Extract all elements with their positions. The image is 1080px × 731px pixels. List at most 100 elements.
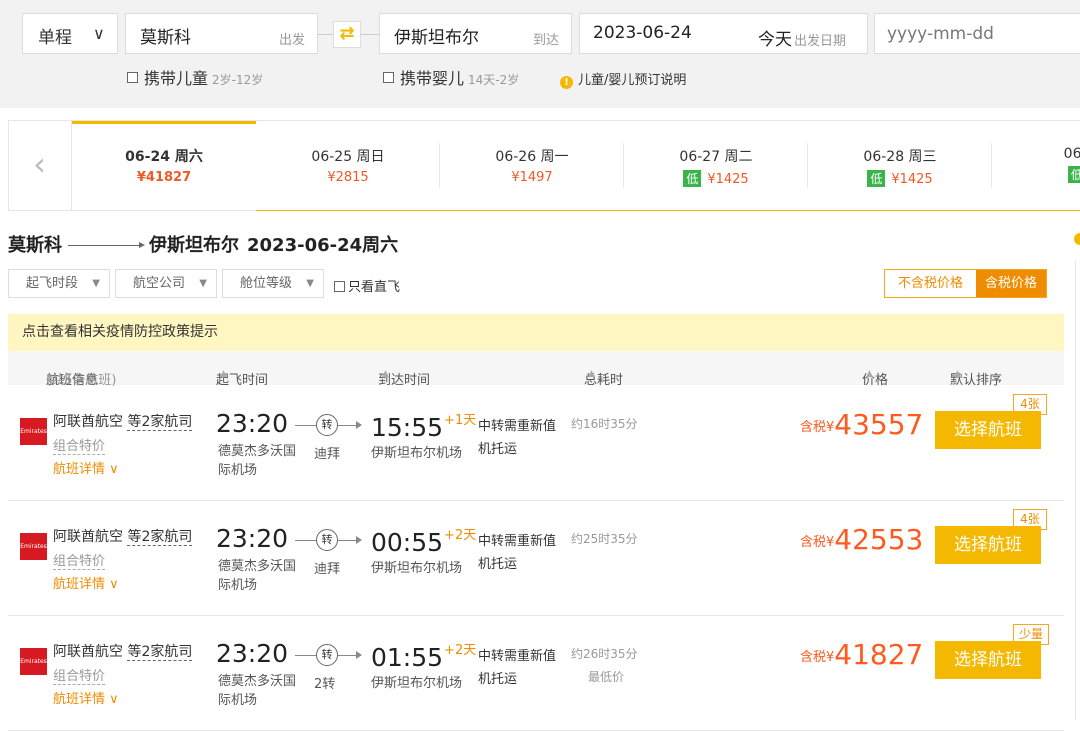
table-header: 航班信息 (共5条航班) 起飞时间 ▲ 到达时间 ▲ 总耗时 ▲ 价格 ▲ 默认排序 ▲ <box>8 351 1064 388</box>
select-flight-button[interactable]: 选择航班 <box>935 526 1041 564</box>
date-tab[interactable]: 06-27 周二低 ¥1425 <box>624 121 808 210</box>
chevron-down-icon: ∨ <box>109 692 119 707</box>
caret-down-icon: ▼ <box>199 278 207 289</box>
transfer-note-2: 机托运 <box>478 442 518 457</box>
route-date: 2023-06-24周六 <box>247 235 399 256</box>
child-checkbox[interactable]: 携带儿童 2岁-12岁 <box>127 65 263 89</box>
transfer-indicator: 转 <box>293 529 363 551</box>
combo-fare-label[interactable]: 组合特价 <box>53 435 106 455</box>
arrive-time: 00:55+2天 <box>371 524 476 557</box>
date-tab-date: 06-28 周三 <box>863 149 937 165</box>
to-city-value: 伊斯坦布尔 <box>394 28 479 48</box>
airline-name: 阿联酋航空 等2家航司 <box>53 411 193 431</box>
route-from: 莫斯科 <box>8 235 62 256</box>
date-tab-price-line: 低 ¥1425 <box>808 170 992 187</box>
flight-price: 含税¥43557 <box>800 408 923 441</box>
more-airlines-link[interactable]: 等2家航司 <box>127 529 193 546</box>
trip-type-select[interactable]: 单程 ∨ <box>22 13 118 54</box>
filter-cabin[interactable]: 舱位等级 ▼ <box>222 269 324 298</box>
date-tab[interactable]: 06-24 周六 ¥41827 <box>72 121 256 210</box>
filter-airline[interactable]: 航空公司 ▼ <box>115 269 217 298</box>
transfer-city: 迪拜 <box>314 562 341 577</box>
floating-badge[interactable] <box>1074 233 1080 245</box>
total-duration: 约25时35分 <box>571 532 638 546</box>
combo-fare-label[interactable]: 组合特价 <box>53 665 106 685</box>
from-city-input[interactable]: 莫斯科 出发 <box>125 13 318 54</box>
sort-up-icon: ▲ <box>382 369 389 379</box>
filter-cabin-label: 舱位等级 <box>240 276 293 291</box>
select-flight-button[interactable]: 选择航班 <box>935 411 1041 449</box>
checkbox-icon <box>127 72 138 83</box>
plus-day-badge: +1天 <box>444 413 477 428</box>
arrive-time: 15:55+1天 <box>371 409 476 442</box>
flight-detail-link[interactable]: 航班详情 ∨ <box>53 688 119 707</box>
sort-up-icon: ▲ <box>588 369 595 379</box>
date-tab[interactable]: 06-29 低¥ <box>992 121 1080 210</box>
transfer-indicator: 转 <box>293 644 363 666</box>
transfer-note-2: 机托运 <box>478 672 518 687</box>
combo-fare-label[interactable]: 组合特价 <box>53 550 106 570</box>
sort-up-icon: ▲ <box>866 369 873 379</box>
child-age: 2岁-12岁 <box>212 73 264 87</box>
arrive-airport: 伊斯坦布尔机场 <box>371 446 463 461</box>
connector-line <box>295 655 316 656</box>
date-tab-price: ¥1425 <box>707 172 749 187</box>
date-tab[interactable]: 06-26 周一 ¥1497 <box>440 121 624 210</box>
flight-detail-text: 航班详情 <box>53 577 106 592</box>
depart-date-value: 2023-06-24 <box>593 23 692 43</box>
return-date-input[interactable]: yyyy-mm-dd <box>874 13 1080 54</box>
date-strip-underline <box>256 210 1080 211</box>
price-mode-toggle: 不含税价格 含税价格 <box>884 269 1047 298</box>
direct-only-label: 只看直飞 <box>348 280 401 295</box>
flight-detail-link[interactable]: 航班详情 ∨ <box>53 458 119 477</box>
transfer-icon: 转 <box>316 644 338 666</box>
flight-detail-text: 航班详情 <box>53 692 106 707</box>
depart-time: 23:20 <box>216 524 289 553</box>
flight-row: Emirates 阿联酋航空 等2家航司 组合特价 航班详情 ∨ 23:20 德莫杰多沃国… <box>8 616 1064 731</box>
flight-price: 含税¥42553 <box>800 523 923 556</box>
filter-depart-time[interactable]: 起飞时段 ▼ <box>8 269 110 298</box>
checkbox-icon <box>383 72 394 83</box>
return-date-placeholder: yyyy-mm-dd <box>887 24 994 44</box>
booking-note-link[interactable]: ! 儿童/婴儿预订说明 <box>560 69 686 89</box>
date-tab[interactable]: 06-28 周三低 ¥1425 <box>808 121 992 210</box>
date-tab-price: ¥1425 <box>891 172 933 187</box>
price-incl-tax-button[interactable]: 含税价格 <box>976 270 1046 297</box>
direct-only-checkbox[interactable]: 只看直飞 <box>334 276 400 295</box>
price-excl-tax-button[interactable]: 不含税价格 <box>885 270 976 297</box>
chevron-down-icon: ∨ <box>109 462 119 477</box>
route-title: 莫斯科 伊斯坦布尔 2023-06-24周六 <box>8 231 398 257</box>
date-tab-date: 06-24 周六 <box>125 149 203 165</box>
select-flight-button[interactable]: 选择航班 <box>935 641 1041 679</box>
flight-detail-link[interactable]: 航班详情 ∨ <box>53 573 119 592</box>
transfer-city: 迪拜 <box>314 447 341 462</box>
caret-down-icon: ▼ <box>92 278 100 289</box>
route-to: 伊斯坦布尔 <box>149 235 239 256</box>
infant-age: 14天-2岁 <box>468 73 520 87</box>
date-tab-price: ¥1497 <box>511 170 553 185</box>
chevron-down-icon: ∨ <box>109 577 119 592</box>
policy-notice[interactable]: 点击查看相关疫情防控政策提示 <box>8 314 1064 351</box>
date-tab[interactable]: 06-25 周日 ¥2815 <box>256 121 440 210</box>
from-suffix: 出发 <box>278 33 305 48</box>
chevron-left-icon[interactable]: ‹ <box>8 121 72 210</box>
depart-airport: 德莫杰多沃国际机场 <box>218 559 297 593</box>
child-label: 携带儿童 <box>144 69 209 88</box>
swap-icon[interactable]: ⇄ <box>333 21 361 48</box>
search-bar: 单程 ∨ 莫斯科 出发 ⇄ 伊斯坦布尔 到达 2023-06-24 今天 出发日… <box>0 0 1080 108</box>
arrive-time-value: 15:55 <box>371 413 444 442</box>
date-tab-price-line: 低¥ <box>992 166 1080 183</box>
airline-logo: Emirates <box>20 648 47 675</box>
more-airlines-link[interactable]: 等2家航司 <box>127 414 193 431</box>
more-airlines-link[interactable]: 等2家航司 <box>127 644 193 661</box>
date-tab-price-line: ¥41827 <box>72 170 256 185</box>
date-tab-date: 06-25 周日 <box>311 149 385 165</box>
depart-airport: 德莫杰多沃国际机场 <box>218 674 297 708</box>
to-city-input[interactable]: 伊斯坦布尔 到达 <box>379 13 572 54</box>
infant-checkbox[interactable]: 携带婴儿 14天-2岁 <box>383 65 519 89</box>
depart-date-input[interactable]: 2023-06-24 今天 出发日期 <box>579 13 868 54</box>
page-scroll-edge <box>1075 260 1080 720</box>
depart-time: 23:20 <box>216 639 289 668</box>
transfer-icon: 转 <box>316 414 338 436</box>
price-tax-label: 含税¥ <box>800 420 835 435</box>
